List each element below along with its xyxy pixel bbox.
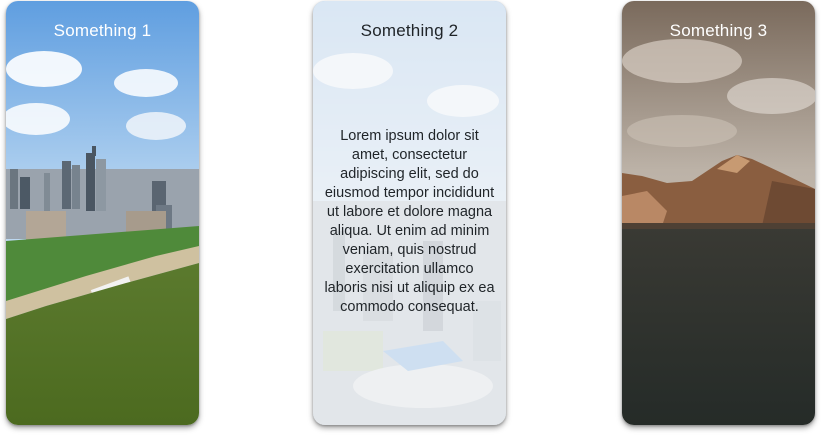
city-river-image: [6, 1, 199, 425]
card-body-text: Lorem ipsum dolor sit amet, consectetur …: [324, 128, 495, 315]
mountain-lake-image: [622, 1, 815, 425]
card-something-1[interactable]: Something 1: [6, 1, 199, 425]
card-title: Something 3: [669, 21, 768, 40]
card-title: Something 2: [360, 21, 459, 40]
card-something-3[interactable]: Something 3: [622, 1, 815, 425]
card-something-2[interactable]: Something 2 Lorem ipsum dolor sit amet, …: [313, 1, 506, 425]
card-title: Something 1: [53, 21, 152, 40]
cards-row: Something 1 Something 2 Lorem ipsum dolo…: [0, 0, 821, 437]
